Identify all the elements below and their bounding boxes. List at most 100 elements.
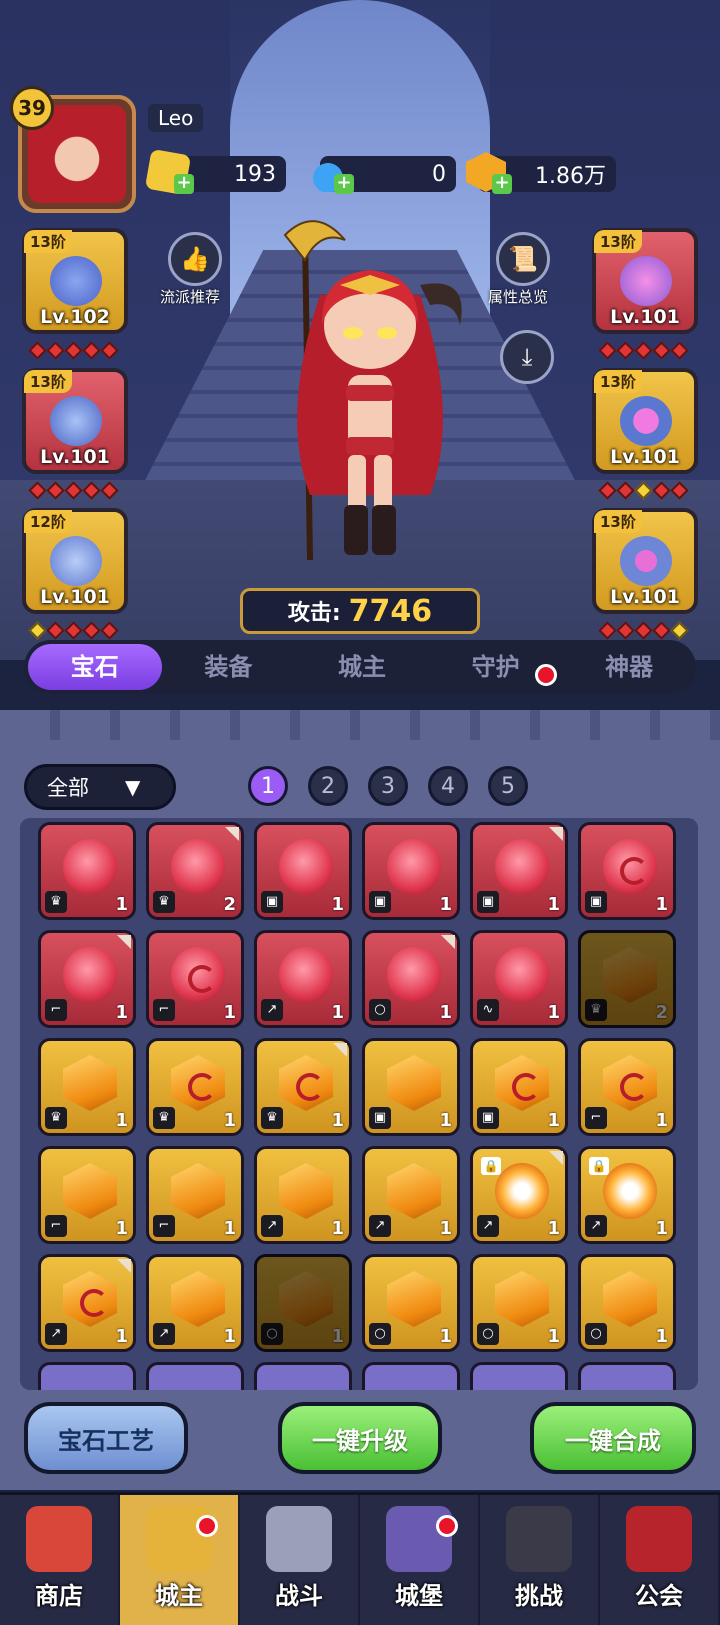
merge-all-button[interactable]: 一键合成 (530, 1402, 696, 1474)
gem-slot[interactable]: ▣ 1 (578, 822, 676, 920)
nav-item-4[interactable]: 挑战 (480, 1495, 600, 1625)
upgrade-all-button[interactable]: 一键升级 (278, 1402, 442, 1474)
weapon-slot-icon: ↗ (585, 1215, 607, 1237)
gem-slot[interactable] (146, 1362, 244, 1390)
resource-potion[interactable]: + 0 (308, 152, 456, 194)
gem-count: 1 (331, 1326, 344, 1347)
notification-dot (436, 1515, 458, 1537)
gem-slot[interactable]: ▣ 1 (362, 1038, 460, 1136)
ruby-gem-icon (171, 947, 225, 1003)
crown-slot-icon: ♛ (153, 891, 175, 913)
gem-slot[interactable]: ○ 1 (362, 1254, 460, 1352)
new-corner-marker (225, 827, 239, 841)
gem-filter-dropdown[interactable]: 全部 ▼ (24, 764, 176, 810)
gem-slot[interactable]: ♛ 1 (38, 1038, 136, 1136)
gem-slot[interactable]: ○ 1 (470, 1254, 568, 1352)
gem-slot[interactable]: ⌐ 1 (146, 930, 244, 1028)
equip-stars-ring (598, 481, 689, 500)
download-button[interactable]: ⤓ (500, 330, 554, 384)
gem-slot[interactable] (254, 1362, 352, 1390)
gem-slot[interactable]: ↗ 1 🔒 (578, 1146, 676, 1244)
lock-icon: 🔒 (481, 1157, 501, 1175)
ruby-gem-icon (63, 839, 117, 895)
topaz-gem-icon (603, 1055, 657, 1111)
crown-slot-icon: ♛ (153, 1107, 175, 1129)
tab-artifact[interactable]: 神器 (562, 644, 696, 690)
new-corner-marker (549, 827, 563, 841)
page-4-button[interactable]: 4 (428, 766, 468, 806)
gem-slot[interactable]: ↗ 1 (146, 1254, 244, 1352)
page-1-button[interactable]: 1 (248, 766, 288, 806)
gem-slot[interactable]: ↗ 1 (254, 1146, 352, 1244)
ruby-gem-icon (279, 947, 333, 1003)
gem-slot[interactable]: ▣ 1 (470, 822, 568, 920)
add-potion-button[interactable]: + (334, 174, 354, 194)
crown-slot-icon: ♛ (261, 1107, 283, 1129)
gem-slot[interactable]: ♛ 2 (578, 930, 676, 1028)
gem-slot[interactable]: ∿ 1 (470, 930, 568, 1028)
gem-slot[interactable] (362, 1362, 460, 1390)
nav-label: 公会 (635, 1582, 683, 1610)
gem-count: 1 (547, 1218, 560, 1239)
gem-slot[interactable] (578, 1362, 676, 1390)
nav-item-5[interactable]: 公会 (600, 1495, 720, 1625)
gem-slot[interactable]: ⌐ 1 (578, 1038, 676, 1136)
build-recommend-button[interactable]: 👍 (168, 232, 222, 286)
new-corner-marker (117, 1259, 131, 1273)
gem-slot[interactable]: ⌐ 1 (38, 1146, 136, 1244)
attack-stat: 攻击: 7746 (240, 588, 480, 634)
equip-slot-armor[interactable]: 13阶 Lv.101 (22, 368, 128, 474)
gem-slot[interactable]: ↗ 1 (254, 930, 352, 1028)
gem-slot[interactable]: ▣ 1 (362, 822, 460, 920)
weapon-slot-icon: ↗ (153, 1323, 175, 1345)
add-gold-coin-button[interactable]: + (492, 174, 512, 194)
add-gold-cube-button[interactable]: + (174, 174, 194, 194)
equip-slot-boots[interactable]: 12阶 Lv.101 (22, 508, 128, 614)
gem-slot[interactable] (470, 1362, 568, 1390)
gem-slot[interactable]: ⌐ 1 (38, 930, 136, 1028)
gem-slot[interactable]: ↗ 1 (38, 1254, 136, 1352)
nav-item-3[interactable]: 城堡 (360, 1495, 480, 1625)
gem-slot[interactable]: ▣ 1 (470, 1038, 568, 1136)
page-5-button[interactable]: 5 (488, 766, 528, 806)
attribute-overview-button[interactable]: 📜 (496, 232, 550, 286)
gem-count: 1 (331, 894, 344, 915)
equip-slot-hat[interactable]: 13阶 Lv.102 (22, 228, 128, 334)
page-2-button[interactable]: 2 (308, 766, 348, 806)
equip-slot-scepter[interactable]: 13阶 Lv.101 (592, 228, 698, 334)
gem-craft-button[interactable]: 宝石工艺 (24, 1402, 188, 1474)
gem-slot[interactable] (38, 1362, 136, 1390)
gem-slot[interactable]: ♛ 2 (146, 822, 244, 920)
gem-count: 1 (547, 894, 560, 915)
nav-item-2[interactable]: 战斗 (240, 1495, 360, 1625)
gem-slot[interactable]: ○ 1 (578, 1254, 676, 1352)
gem-slot[interactable]: ↗ 1 (362, 1146, 460, 1244)
gem-slot[interactable]: ⌐ 1 (146, 1146, 244, 1244)
player-level-badge: 39 (10, 86, 54, 130)
resource-gold-cube[interactable]: + 193 (144, 148, 286, 196)
tab-gems[interactable]: 宝石 (28, 644, 162, 690)
tab-equipment[interactable]: 装备 (162, 644, 296, 690)
equip-slot-amulet[interactable]: 13阶 Lv.101 (592, 508, 698, 614)
gem-slot[interactable]: ▣ 1 (254, 822, 352, 920)
topaz-gem-icon (603, 947, 657, 1003)
gem-slot[interactable]: ♛ 1 (38, 822, 136, 920)
tab-lord[interactable]: 城主 (295, 644, 429, 690)
armor-slot-icon: ▣ (585, 891, 607, 913)
ring-slot-icon: ○ (261, 1323, 283, 1345)
gem-slot[interactable]: ♛ 1 (254, 1038, 352, 1136)
nav-item-0[interactable]: 商店 (0, 1495, 120, 1625)
gem-slot[interactable]: ○ 1 (362, 930, 460, 1028)
page-3-button[interactable]: 3 (368, 766, 408, 806)
new-corner-marker (549, 1151, 563, 1165)
gem-count: 1 (331, 1002, 344, 1023)
gem-slot[interactable]: ↗ 1 🔒 (470, 1146, 568, 1244)
nav-item-1[interactable]: 城主 (120, 1495, 240, 1625)
armor-slot-icon: ▣ (369, 1107, 391, 1129)
gem-slot[interactable]: ♛ 1 (146, 1038, 244, 1136)
resource-gold-coin[interactable]: + 1.86万 (466, 152, 616, 194)
equip-slot-ring[interactable]: 13阶 Lv.101 (592, 368, 698, 474)
gem-slot[interactable]: ○ 1 (254, 1254, 352, 1352)
armor-slot-icon: ▣ (477, 1107, 499, 1129)
new-corner-marker (333, 1043, 347, 1057)
